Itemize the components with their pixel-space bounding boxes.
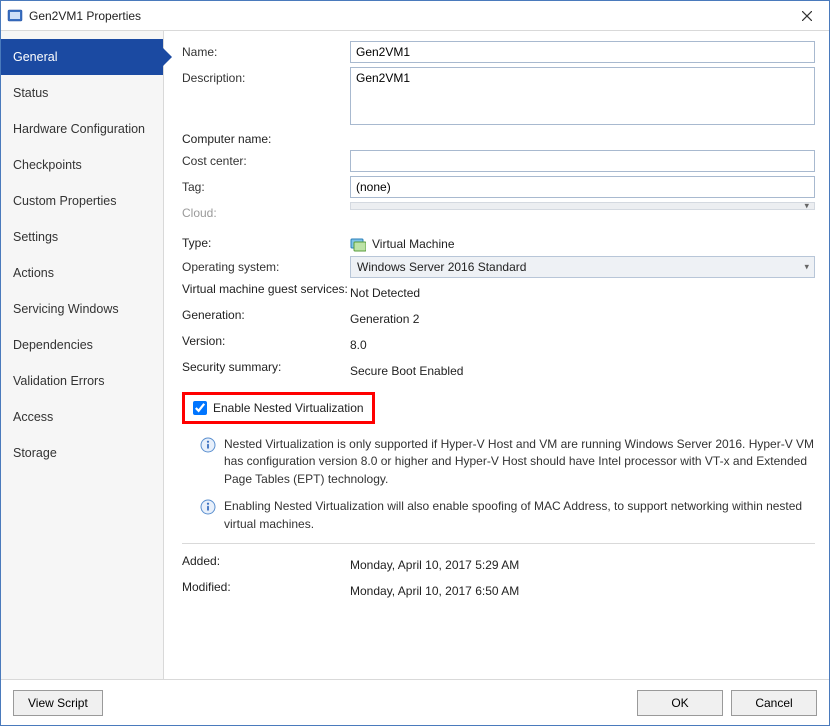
computer-name-value [350,132,815,146]
titlebar: Gen2VM1 Properties [1,1,829,31]
modified-value: Monday, April 10, 2017 6:50 AM [350,580,815,602]
label-added: Added: [182,554,350,576]
row-description: Description: Gen2VM1 [182,67,815,128]
security-value: Secure Boot Enabled [350,360,815,382]
nav-label: Settings [13,230,58,244]
row-os: Operating system: Windows Server 2016 St… [182,256,815,278]
label-version: Version: [182,334,350,356]
row-cost-center: Cost center: [182,150,815,172]
info-block-1: Nested Virtualization is only supported … [200,436,815,488]
divider [182,543,815,544]
ok-button[interactable]: OK [637,690,723,716]
info-block-2: Enabling Nested Virtualization will also… [200,498,815,533]
row-security: Security summary: Secure Boot Enabled [182,360,815,382]
info-icon [200,437,216,453]
app-icon [7,8,23,24]
nav-checkpoints[interactable]: Checkpoints [1,147,163,183]
info-text-2: Enabling Nested Virtualization will also… [224,498,815,533]
row-guest-services: Virtual machine guest services: Not Dete… [182,282,815,304]
nested-virtualization-label: Enable Nested Virtualization [213,401,364,415]
nav-actions[interactable]: Actions [1,255,163,291]
nav-label: Actions [13,266,54,280]
label-modified: Modified: [182,580,350,602]
label-security: Security summary: [182,360,350,382]
info-icon [200,499,216,515]
label-generation: Generation: [182,308,350,330]
nav-storage[interactable]: Storage [1,435,163,471]
properties-window: Gen2VM1 Properties General Status Hardwa… [0,0,830,726]
label-tag: Tag: [182,176,350,194]
row-name: Name: [182,41,815,63]
label-description: Description: [182,67,350,85]
nav-label: Validation Errors [13,374,104,388]
row-added: Added: Monday, April 10, 2017 5:29 AM [182,554,815,576]
close-icon [802,11,812,21]
row-tag: Tag: [182,176,815,198]
nav-label: Servicing Windows [13,302,119,316]
nav-label: General [13,50,57,64]
label-cloud: Cloud: [182,202,350,220]
nav-custom-properties[interactable]: Custom Properties [1,183,163,219]
label-cost-center: Cost center: [182,150,350,168]
name-input[interactable] [350,41,815,63]
generation-value: Generation 2 [350,308,815,330]
nav-status[interactable]: Status [1,75,163,111]
nav-label: Checkpoints [13,158,82,172]
nav-label: Storage [13,446,57,460]
row-version: Version: 8.0 [182,334,815,356]
nav-dependencies[interactable]: Dependencies [1,327,163,363]
content-pane: Name: Description: Gen2VM1 Computer name… [164,31,829,679]
nav-hardware-configuration[interactable]: Hardware Configuration [1,111,163,147]
nested-virtualization-checkbox[interactable] [193,401,207,415]
cost-center-input[interactable] [350,150,815,172]
cloud-select [350,202,815,210]
info-text-1: Nested Virtualization is only supported … [224,436,815,488]
sidebar: General Status Hardware Configuration Ch… [1,31,164,679]
row-cloud: Cloud: ▾ [182,202,815,220]
nav-label: Hardware Configuration [13,122,145,136]
label-os: Operating system: [182,256,350,274]
nav-servicing-windows[interactable]: Servicing Windows [1,291,163,327]
row-computer-name: Computer name: [182,132,815,146]
added-value: Monday, April 10, 2017 5:29 AM [350,554,815,576]
footer: View Script OK Cancel [1,679,829,725]
guest-services-value: Not Detected [350,282,815,304]
row-generation: Generation: Generation 2 [182,308,815,330]
nested-virtualization-checkbox-row[interactable]: Enable Nested Virtualization [182,392,375,424]
os-select[interactable]: Windows Server 2016 Standard [350,256,815,278]
nav-access[interactable]: Access [1,399,163,435]
nav-label: Status [13,86,48,100]
label-computer-name: Computer name: [182,132,350,146]
window-title: Gen2VM1 Properties [29,9,784,23]
type-value: Virtual Machine [372,237,455,251]
row-type: Type: Virtual Machine [182,236,815,252]
cancel-button[interactable]: Cancel [731,690,817,716]
label-type: Type: [182,236,350,252]
nav-label: Custom Properties [13,194,117,208]
label-guest-services: Virtual machine guest services: [182,282,350,304]
row-modified: Modified: Monday, April 10, 2017 6:50 AM [182,580,815,602]
label-name: Name: [182,41,350,59]
version-value: 8.0 [350,334,815,356]
nav-label: Dependencies [13,338,93,352]
body: General Status Hardware Configuration Ch… [1,31,829,679]
nav-validation-errors[interactable]: Validation Errors [1,363,163,399]
view-script-button[interactable]: View Script [13,690,103,716]
nav-settings[interactable]: Settings [1,219,163,255]
nav-general[interactable]: General [1,39,163,75]
description-input[interactable]: Gen2VM1 [350,67,815,125]
virtual-machine-icon [350,236,366,252]
close-button[interactable] [784,1,829,31]
nav-label: Access [13,410,53,424]
tag-input[interactable] [350,176,815,198]
